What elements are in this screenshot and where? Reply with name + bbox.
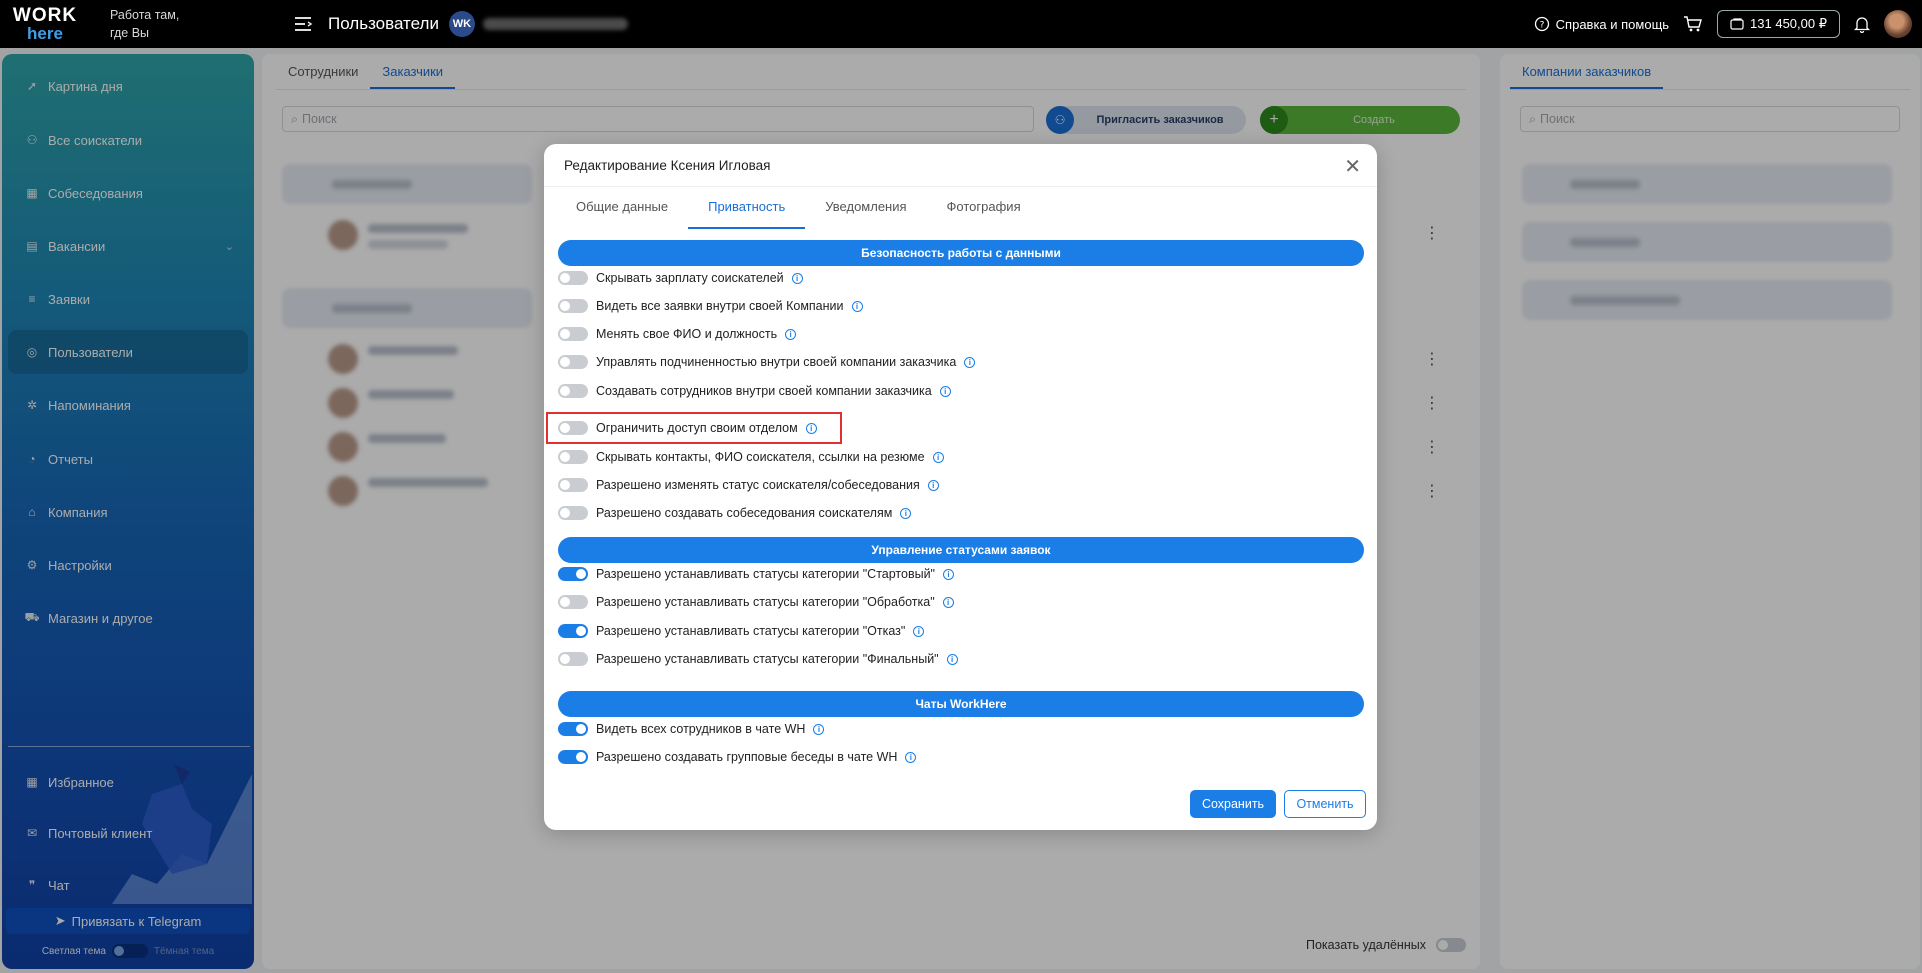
tagline: Работа там, где Вы	[110, 6, 270, 42]
info-icon[interactable]: i	[905, 751, 917, 763]
option-toggle[interactable]	[558, 750, 588, 764]
info-icon[interactable]: i	[964, 356, 976, 368]
status-option: Разрешено устанавливать статусы категори…	[558, 592, 954, 612]
option-toggle[interactable]	[558, 652, 588, 666]
wallet-icon	[1730, 18, 1744, 30]
info-icon[interactable]: i	[913, 625, 925, 637]
option-toggle[interactable]	[558, 722, 588, 736]
option-toggle[interactable]	[558, 506, 588, 520]
privacy-option: Разрешено изменять статус соискателя/соб…	[558, 475, 939, 495]
privacy-option: Управлять подчиненностью внутри своей ко…	[558, 352, 976, 372]
info-icon[interactable]: i	[942, 568, 954, 580]
tagline-line-1: Работа там,	[110, 8, 180, 22]
help-label: Справка и помощь	[1555, 16, 1670, 32]
privacy-option: Скрывать зарплату соискателей i	[558, 268, 803, 288]
option-label: Разрешено устанавливать статусы категори…	[596, 595, 935, 609]
logo[interactable]: WORK here	[0, 0, 90, 48]
svg-text:?: ?	[1539, 21, 1544, 31]
tagline-line-2: где Вы	[110, 26, 150, 40]
modal-tabs: Общие данные Приватность Уведомления Фот…	[544, 186, 1377, 229]
option-label: Разрешено устанавливать статусы категори…	[596, 624, 906, 638]
option-label: Разрешено устанавливать статусы категори…	[596, 652, 939, 666]
info-icon[interactable]: i	[927, 479, 939, 491]
option-label: Создавать сотрудников внутри своей компа…	[596, 384, 932, 398]
privacy-option: Менять свое ФИО и должность i	[558, 324, 797, 344]
save-button[interactable]: Сохранить	[1190, 790, 1276, 818]
info-icon[interactable]: i	[805, 422, 817, 434]
tab-privacy[interactable]: Приватность	[688, 187, 806, 229]
balance-value: 131 450,00 ₽	[1750, 16, 1827, 31]
tab-notifications[interactable]: Уведомления	[805, 187, 926, 229]
help-icon: ?	[1534, 16, 1549, 32]
option-toggle[interactable]	[558, 271, 588, 285]
option-label: Разрешено создавать собеседования соиска…	[596, 506, 893, 520]
chat-option: Видеть всех сотрудников в чате WH i	[558, 719, 825, 739]
option-toggle[interactable]	[558, 384, 588, 398]
privacy-option: Ограничить доступ своим отделом i	[558, 418, 817, 438]
tab-photo[interactable]: Фотография	[927, 187, 1041, 229]
option-toggle[interactable]	[558, 567, 588, 581]
option-toggle[interactable]	[558, 595, 588, 609]
option-label: Ограничить доступ своим отделом	[596, 421, 798, 435]
option-toggle[interactable]	[558, 624, 588, 638]
status-option: Разрешено устанавливать статусы категори…	[558, 564, 954, 584]
logo-here: here	[27, 24, 63, 43]
logo-work: WORK	[12, 5, 78, 26]
cancel-button[interactable]: Отменить	[1284, 790, 1366, 818]
company-name-blurred	[482, 18, 628, 30]
info-icon[interactable]: i	[939, 385, 951, 397]
menu-icon[interactable]	[292, 13, 314, 35]
help-link[interactable]: ? Справка и помощь	[1534, 16, 1669, 32]
option-toggle[interactable]	[558, 421, 588, 435]
option-toggle[interactable]	[558, 450, 588, 464]
option-label: Менять свое ФИО и должность	[596, 327, 778, 341]
status-option: Разрешено устанавливать статусы категори…	[558, 649, 958, 669]
page-title: Пользователи	[328, 14, 439, 33]
section-header: Безопасность работы с данными	[558, 240, 1364, 266]
status-option: Разрешено устанавливать статусы категори…	[558, 621, 925, 641]
bell-icon[interactable]	[1854, 15, 1870, 33]
info-icon[interactable]: i	[785, 328, 797, 340]
option-label: Скрывать контакты, ФИО соискателя, ссылк…	[596, 450, 925, 464]
close-icon[interactable]: ✕	[1344, 154, 1361, 179]
option-toggle[interactable]	[558, 299, 588, 313]
privacy-option: Видеть все заявки внутри своей Компании i	[558, 296, 863, 316]
privacy-option: Скрывать контакты, ФИО соискателя, ссылк…	[558, 447, 944, 467]
option-label: Разрешено создавать групповые беседы в ч…	[596, 750, 898, 764]
chat-option: Разрешено создавать групповые беседы в ч…	[558, 747, 917, 767]
info-icon[interactable]: i	[932, 451, 944, 463]
modal-title: Редактирование Ксения Игловая	[564, 158, 771, 173]
option-label: Скрывать зарплату соискателей	[596, 271, 784, 285]
edit-user-modal: Редактирование Ксения Игловая ✕ Общие да…	[544, 144, 1377, 830]
balance-button[interactable]: 131 450,00 ₽	[1717, 10, 1840, 38]
option-toggle[interactable]	[558, 478, 588, 492]
section-header: Чаты WorkHere	[558, 691, 1364, 717]
option-label: Разрешено устанавливать статусы категори…	[596, 567, 935, 581]
top-bar: WORK here Работа там, где Вы Пользовател…	[0, 0, 1922, 48]
info-icon[interactable]: i	[942, 596, 954, 608]
option-label: Видеть всех сотрудников в чате WH	[596, 722, 806, 736]
privacy-option: Разрешено создавать собеседования соиска…	[558, 503, 912, 523]
option-toggle[interactable]	[558, 327, 588, 341]
option-label: Видеть все заявки внутри своей Компании	[596, 299, 844, 313]
info-icon[interactable]: i	[946, 653, 958, 665]
tab-general[interactable]: Общие данные	[556, 187, 688, 229]
privacy-option: Создавать сотрудников внутри своей компа…	[558, 381, 951, 401]
cart-icon[interactable]	[1683, 15, 1703, 33]
user-avatar[interactable]	[1884, 10, 1912, 38]
info-icon[interactable]: i	[900, 507, 912, 519]
section-header: Управление статусами заявок	[558, 537, 1364, 563]
option-toggle[interactable]	[558, 355, 588, 369]
company-badge[interactable]: WK	[448, 11, 475, 37]
info-icon[interactable]: i	[791, 272, 803, 284]
option-label: Управлять подчиненностью внутри своей ко…	[596, 355, 957, 369]
option-label: Разрешено изменять статус соискателя/соб…	[596, 478, 920, 492]
info-icon[interactable]: i	[813, 723, 825, 735]
info-icon[interactable]: i	[851, 300, 863, 312]
